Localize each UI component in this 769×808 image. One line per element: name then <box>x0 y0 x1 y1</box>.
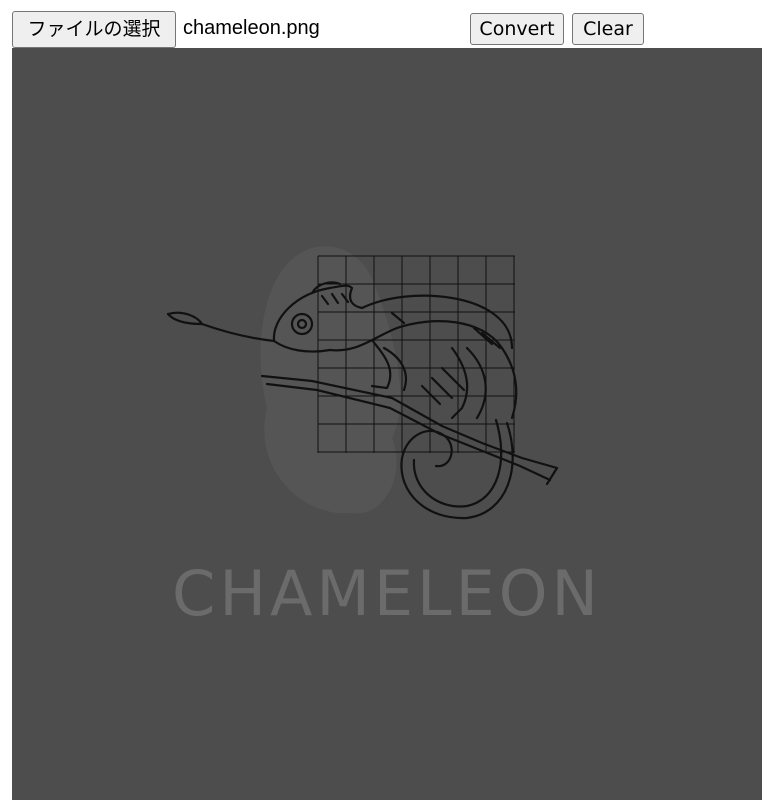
clear-button[interactable]: Clear <box>572 13 644 45</box>
toolbar: ファイルの選択 chameleon.png Convert Clear <box>12 10 762 48</box>
choose-file-button[interactable]: ファイルの選択 <box>12 11 176 48</box>
preview-caption: CHAMELEON <box>172 557 602 630</box>
image-preview: CHAMELEON <box>12 48 762 800</box>
selected-file-name: chameleon.png <box>183 17 320 39</box>
convert-button[interactable]: Convert <box>470 13 564 45</box>
image-preview-canvas: CHAMELEON <box>12 48 762 800</box>
